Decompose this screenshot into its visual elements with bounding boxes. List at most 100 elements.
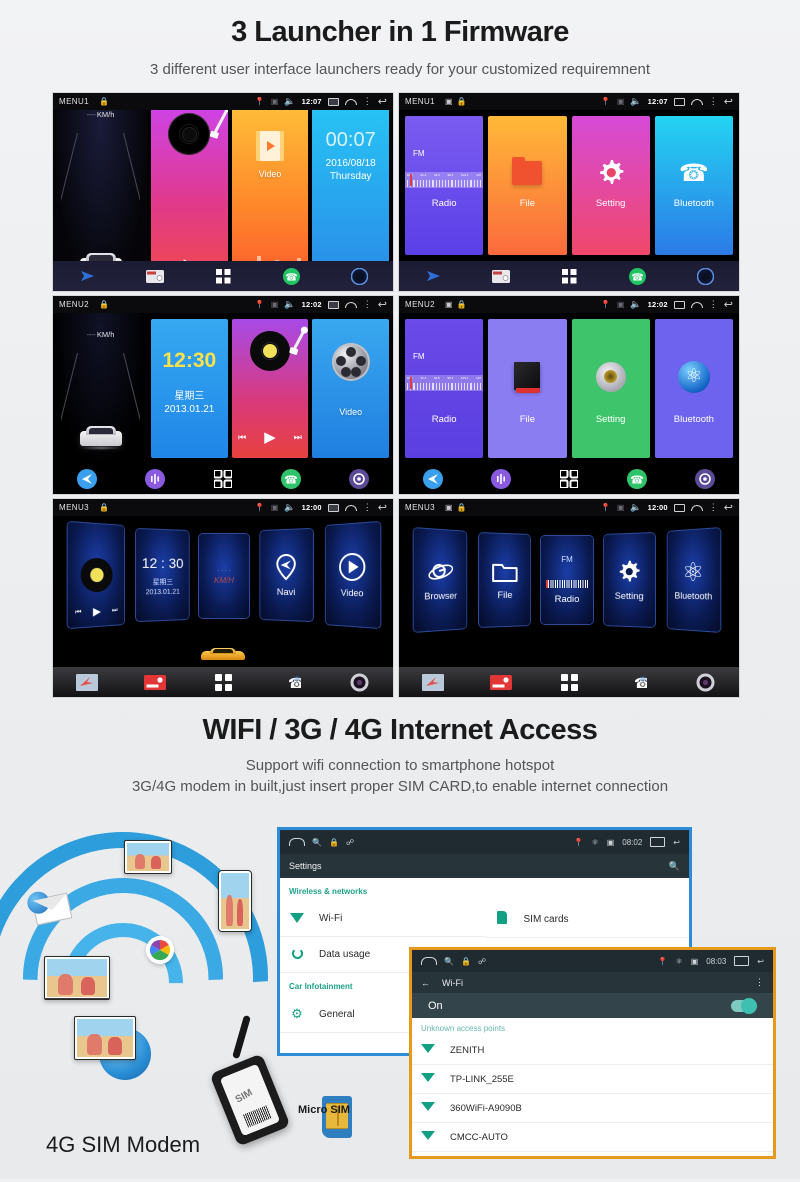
next-track-icon[interactable]: ⏭ (112, 607, 118, 615)
home-icon[interactable] (690, 504, 703, 511)
radio-icon[interactable] (144, 265, 166, 287)
overflow-menu-icon[interactable]: ⋮ (709, 96, 718, 106)
app-tile-bluetooth[interactable]: ☎ Bluetooth (654, 116, 733, 255)
home-icon[interactable] (344, 504, 357, 511)
apps-grid-icon[interactable] (558, 468, 580, 490)
back-icon[interactable]: ↩ (378, 95, 387, 108)
access-point-row[interactable]: CMCC-AUTO (412, 1123, 773, 1152)
back-icon[interactable]: ↩ (724, 95, 733, 108)
radio-icon[interactable] (144, 671, 166, 693)
bottom-dock[interactable]: ☎ (53, 464, 393, 494)
navigation-icon[interactable] (76, 468, 98, 490)
screenshot-icon[interactable] (673, 97, 685, 106)
overflow-menu-icon[interactable]: ⋮ (363, 502, 372, 512)
app-tile-file[interactable]: File (488, 319, 567, 458)
card-radio[interactable]: FM Radio (541, 536, 593, 624)
radio-icon[interactable] (490, 265, 512, 287)
phone-bluetooth-icon[interactable]: ☎⚛ (626, 671, 648, 693)
camera-icon[interactable] (694, 265, 716, 287)
back-icon[interactable]: ↩ (673, 838, 680, 847)
navigation-icon[interactable] (76, 265, 98, 287)
overflow-menu-icon[interactable]: ⋮ (755, 977, 764, 988)
navigation-icon[interactable] (422, 468, 444, 490)
screenshot-icon[interactable] (327, 503, 339, 512)
screenshot-icon[interactable] (673, 503, 685, 512)
camera-icon[interactable] (348, 468, 370, 490)
volume-icon[interactable]: 🔈 (630, 503, 641, 512)
apps-grid-icon[interactable] (212, 671, 234, 693)
screenshot-icon[interactable] (327, 97, 339, 106)
app-tile-radio[interactable]: FM 87.591.494.598.2103.1107 Radio (405, 319, 484, 458)
app-tile-radio[interactable]: FM 87.591.494.598.2103.1107 Radio (405, 116, 484, 255)
tile-clock[interactable]: 12:30 星期三 2013.01.21 (151, 319, 228, 458)
previous-track-icon[interactable]: ⏮ (238, 432, 246, 443)
phone-icon[interactable]: ☎ (280, 265, 302, 287)
overflow-menu-icon[interactable]: ⋮ (709, 299, 718, 309)
card-file[interactable]: File (479, 533, 530, 627)
screenshot-icon[interactable] (327, 300, 339, 309)
overflow-menu-icon[interactable]: ⋮ (363, 96, 372, 106)
tile-video[interactable]: Video (312, 319, 390, 458)
navigation-icon[interactable] (76, 671, 98, 693)
camera-icon[interactable] (348, 265, 370, 287)
home-icon[interactable] (344, 301, 357, 308)
navigation-icon[interactable] (422, 265, 444, 287)
card-clock[interactable]: 12 : 30 星期三 2013.01.21 (136, 528, 189, 622)
overflow-menu-icon[interactable]: ⋮ (709, 502, 718, 512)
back-arrow-icon[interactable]: ← (421, 978, 430, 988)
next-track-icon[interactable]: ⏭ (294, 432, 302, 443)
camera-icon[interactable] (694, 671, 716, 693)
home-icon[interactable] (344, 98, 357, 105)
card-music[interactable]: ⏮ ▶ ⏭ (67, 521, 125, 629)
back-icon[interactable]: ↩ (724, 501, 733, 514)
navigation-icon[interactable] (422, 671, 444, 693)
home-icon[interactable] (289, 838, 305, 846)
back-icon[interactable]: ↩ (757, 957, 764, 966)
bottom-dock[interactable]: ☎⚛ (399, 667, 739, 697)
phone-bluetooth-icon[interactable]: ☎⚛ (280, 671, 302, 693)
volume-icon[interactable]: 🔈 (630, 300, 641, 309)
access-point-row[interactable]: ZENITH (412, 1036, 773, 1065)
tile-clock[interactable]: 00:07 2016/08/18 Thursday (312, 99, 390, 285)
music-transport-controls[interactable]: ⏮ ▶ ⏭ (232, 428, 309, 446)
camera-icon[interactable] (348, 671, 370, 693)
radio-icon[interactable] (490, 671, 512, 693)
settings-row-sim-cards[interactable]: SIM cards (484, 901, 689, 938)
bottom-dock[interactable]: ☎ (399, 261, 739, 291)
overflow-menu-icon[interactable]: ⋮ (363, 299, 372, 309)
apps-grid-icon[interactable] (558, 671, 580, 693)
tile-video[interactable]: Video (231, 99, 309, 285)
settings-row-wifi[interactable]: Wi-Fi (280, 901, 485, 937)
search-icon[interactable]: 🔍 (669, 861, 680, 872)
home-icon[interactable] (690, 301, 703, 308)
app-tile-setting[interactable]: Setting (571, 116, 650, 255)
card-setting[interactable]: Setting (604, 533, 655, 627)
search-icon[interactable]: 🔍 (444, 957, 454, 966)
play-icon[interactable]: ▶ (93, 605, 101, 618)
driving-widget[interactable]: - - - - KM/h (53, 313, 148, 464)
bottom-dock[interactable]: ☎ (53, 261, 393, 291)
back-icon[interactable]: ↩ (724, 298, 733, 311)
tile-music[interactable]: ⏮ ▶ ⏭ (151, 99, 228, 285)
camera-icon[interactable] (694, 468, 716, 490)
search-icon[interactable]: 🔍 (312, 838, 322, 847)
bottom-dock[interactable]: ☎ (399, 464, 739, 494)
app-tile-bluetooth[interactable]: ⚛ Bluetooth (654, 319, 733, 458)
access-point-row[interactable]: 360WiFi-A9090B (412, 1094, 773, 1123)
music-icon[interactable] (144, 468, 166, 490)
play-icon[interactable]: ▶ (264, 428, 276, 446)
card-navi[interactable]: Navi (260, 528, 313, 622)
card-video[interactable]: Video (325, 521, 381, 629)
access-point-row[interactable]: TP-LINK_255E (412, 1065, 773, 1094)
home-icon[interactable] (690, 98, 703, 105)
tile-music[interactable]: ⏮ ▶ ⏭ (231, 319, 309, 458)
volume-icon[interactable]: 🔈 (284, 97, 295, 106)
previous-track-icon[interactable]: ⏮ (75, 608, 81, 617)
apps-grid-icon[interactable] (212, 468, 234, 490)
phone-icon[interactable]: ☎ (626, 468, 648, 490)
phone-icon[interactable]: ☎ (626, 265, 648, 287)
bottom-dock[interactable]: ☎⚛ (53, 667, 393, 697)
back-icon[interactable]: ↩ (378, 298, 387, 311)
wifi-toggle-row[interactable]: On (412, 993, 773, 1018)
music-icon[interactable] (490, 468, 512, 490)
